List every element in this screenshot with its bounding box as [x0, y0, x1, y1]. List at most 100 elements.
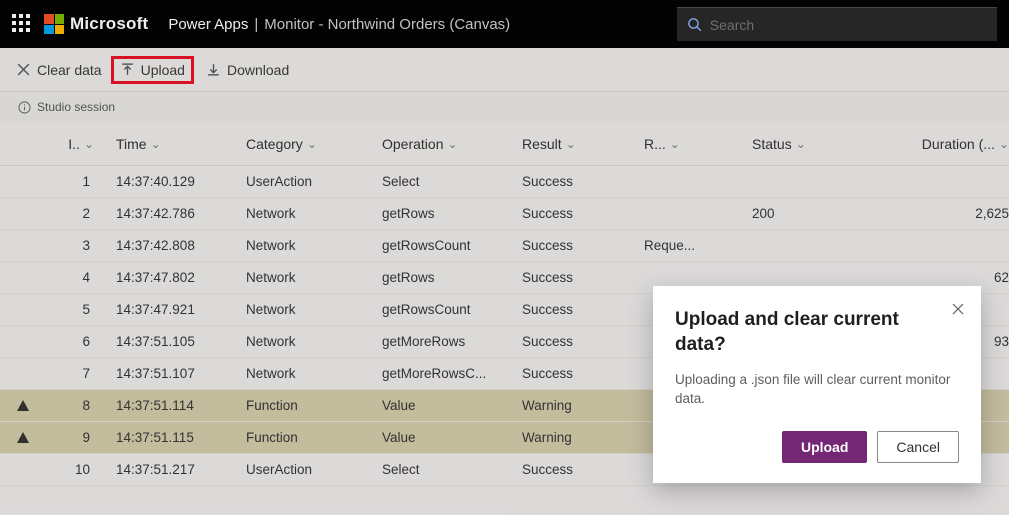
brand-text: Microsoft	[70, 14, 148, 34]
row-result: Warning	[518, 430, 640, 445]
chevron-down-icon: ⌄	[670, 137, 680, 151]
row-category: UserAction	[242, 462, 378, 477]
row-id: 6	[42, 334, 112, 349]
dialog-upload-button[interactable]: Upload	[782, 431, 867, 463]
upload-button[interactable]: Upload	[120, 62, 185, 78]
upload-icon	[120, 62, 135, 77]
col-category[interactable]: Category⌄	[242, 136, 378, 152]
row-time: 14:37:42.808	[112, 238, 242, 253]
chevron-down-icon: ⌄	[999, 137, 1009, 151]
row-id: 9	[42, 430, 112, 445]
row-category: Network	[242, 238, 378, 253]
table-header: I..⌄ Time⌄ Category⌄ Operation⌄ Result⌄ …	[0, 122, 1009, 166]
row-result: Success	[518, 270, 640, 285]
clear-data-button[interactable]: Clear data	[16, 62, 102, 78]
row-operation: getMoreRows	[378, 334, 518, 349]
download-icon	[206, 62, 221, 77]
table-row[interactable]: 314:37:42.808NetworkgetRowsCountSuccessR…	[0, 230, 1009, 262]
row-result: Success	[518, 302, 640, 317]
row-category: UserAction	[242, 174, 378, 189]
table-row[interactable]: 214:37:42.786NetworkgetRowsSuccess2002,6…	[0, 198, 1009, 230]
row-warn-icon	[0, 431, 42, 445]
row-category: Function	[242, 398, 378, 413]
chevron-down-icon: ⌄	[151, 137, 161, 151]
dialog-close-button[interactable]	[951, 302, 965, 321]
row-id: 3	[42, 238, 112, 253]
row-id: 1	[42, 174, 112, 189]
upload-label: Upload	[141, 62, 185, 78]
dialog-buttons: Upload Cancel	[675, 431, 959, 463]
chevron-down-icon: ⌄	[566, 137, 576, 151]
row-category: Function	[242, 430, 378, 445]
row-result: Success	[518, 174, 640, 189]
session-bar: Studio session	[0, 92, 1009, 122]
row-category: Network	[242, 206, 378, 221]
app-name[interactable]: Power Apps	[168, 16, 248, 33]
row-id: 10	[42, 462, 112, 477]
row-status: 200	[748, 206, 854, 221]
upload-button-highlight: Upload	[111, 56, 194, 84]
row-operation: Value	[378, 398, 518, 413]
row-category: Network	[242, 270, 378, 285]
row-duration: 62	[854, 270, 1009, 285]
download-label: Download	[227, 62, 289, 78]
row-result: Success	[518, 334, 640, 349]
row-category: Network	[242, 366, 378, 381]
row-operation: getRowsCount	[378, 238, 518, 253]
app-launcher-icon[interactable]	[12, 14, 32, 34]
row-operation: getMoreRowsC...	[378, 366, 518, 381]
upload-confirm-dialog: Upload and clear current data? Uploading…	[653, 286, 981, 483]
table-row[interactable]: 114:37:40.129UserActionSelectSuccess	[0, 166, 1009, 198]
chevron-down-icon: ⌄	[307, 137, 317, 151]
row-time: 14:37:51.115	[112, 430, 242, 445]
command-bar: Clear data Upload Download	[0, 48, 1009, 92]
row-result: Success	[518, 366, 640, 381]
row-result: Warning	[518, 398, 640, 413]
row-operation: getRows	[378, 270, 518, 285]
breadcrumb: Power Apps | Monitor - Northwind Orders …	[168, 16, 510, 33]
row-time: 14:37:47.921	[112, 302, 242, 317]
row-duration: 2,625	[854, 206, 1009, 221]
row-time: 14:37:47.802	[112, 270, 242, 285]
row-warn-icon	[0, 399, 42, 413]
microsoft-logo[interactable]: Microsoft	[44, 14, 148, 34]
info-icon	[18, 101, 31, 114]
col-id[interactable]: I..⌄	[42, 136, 112, 152]
row-time: 14:37:51.105	[112, 334, 242, 349]
row-operation: Select	[378, 174, 518, 189]
row-time: 14:37:42.786	[112, 206, 242, 221]
col-duration[interactable]: Duration (...⌄	[854, 136, 1009, 152]
dialog-body: Uploading a .json file will clear curren…	[675, 371, 959, 409]
row-result: Success	[518, 462, 640, 477]
download-button[interactable]: Download	[206, 62, 289, 78]
row-operation: getRows	[378, 206, 518, 221]
row-id: 2	[42, 206, 112, 221]
global-header: Microsoft Power Apps | Monitor - Northwi…	[0, 0, 1009, 48]
row-operation: Value	[378, 430, 518, 445]
dialog-cancel-button[interactable]: Cancel	[877, 431, 959, 463]
row-result: Success	[518, 238, 640, 253]
col-time[interactable]: Time⌄	[112, 136, 242, 152]
search-box[interactable]	[677, 7, 997, 41]
col-result[interactable]: Result⌄	[518, 136, 640, 152]
row-time: 14:37:51.217	[112, 462, 242, 477]
row-id: 7	[42, 366, 112, 381]
row-r: Reque...	[640, 238, 748, 253]
row-operation: Select	[378, 462, 518, 477]
session-label: Studio session	[37, 100, 115, 114]
row-time: 14:37:51.107	[112, 366, 242, 381]
chevron-down-icon: ⌄	[796, 137, 806, 151]
col-operation[interactable]: Operation⌄	[378, 136, 518, 152]
row-time: 14:37:40.129	[112, 174, 242, 189]
col-r[interactable]: R...⌄	[640, 136, 748, 152]
dialog-title: Upload and clear current data?	[675, 308, 959, 357]
row-category: Network	[242, 334, 378, 349]
col-status[interactable]: Status⌄	[748, 136, 854, 152]
search-input[interactable]	[710, 17, 987, 33]
row-category: Network	[242, 302, 378, 317]
close-icon	[951, 302, 965, 316]
breadcrumb-sep: |	[254, 16, 258, 33]
close-icon	[16, 62, 31, 77]
row-time: 14:37:51.114	[112, 398, 242, 413]
page-title: Monitor - Northwind Orders (Canvas)	[264, 16, 510, 33]
